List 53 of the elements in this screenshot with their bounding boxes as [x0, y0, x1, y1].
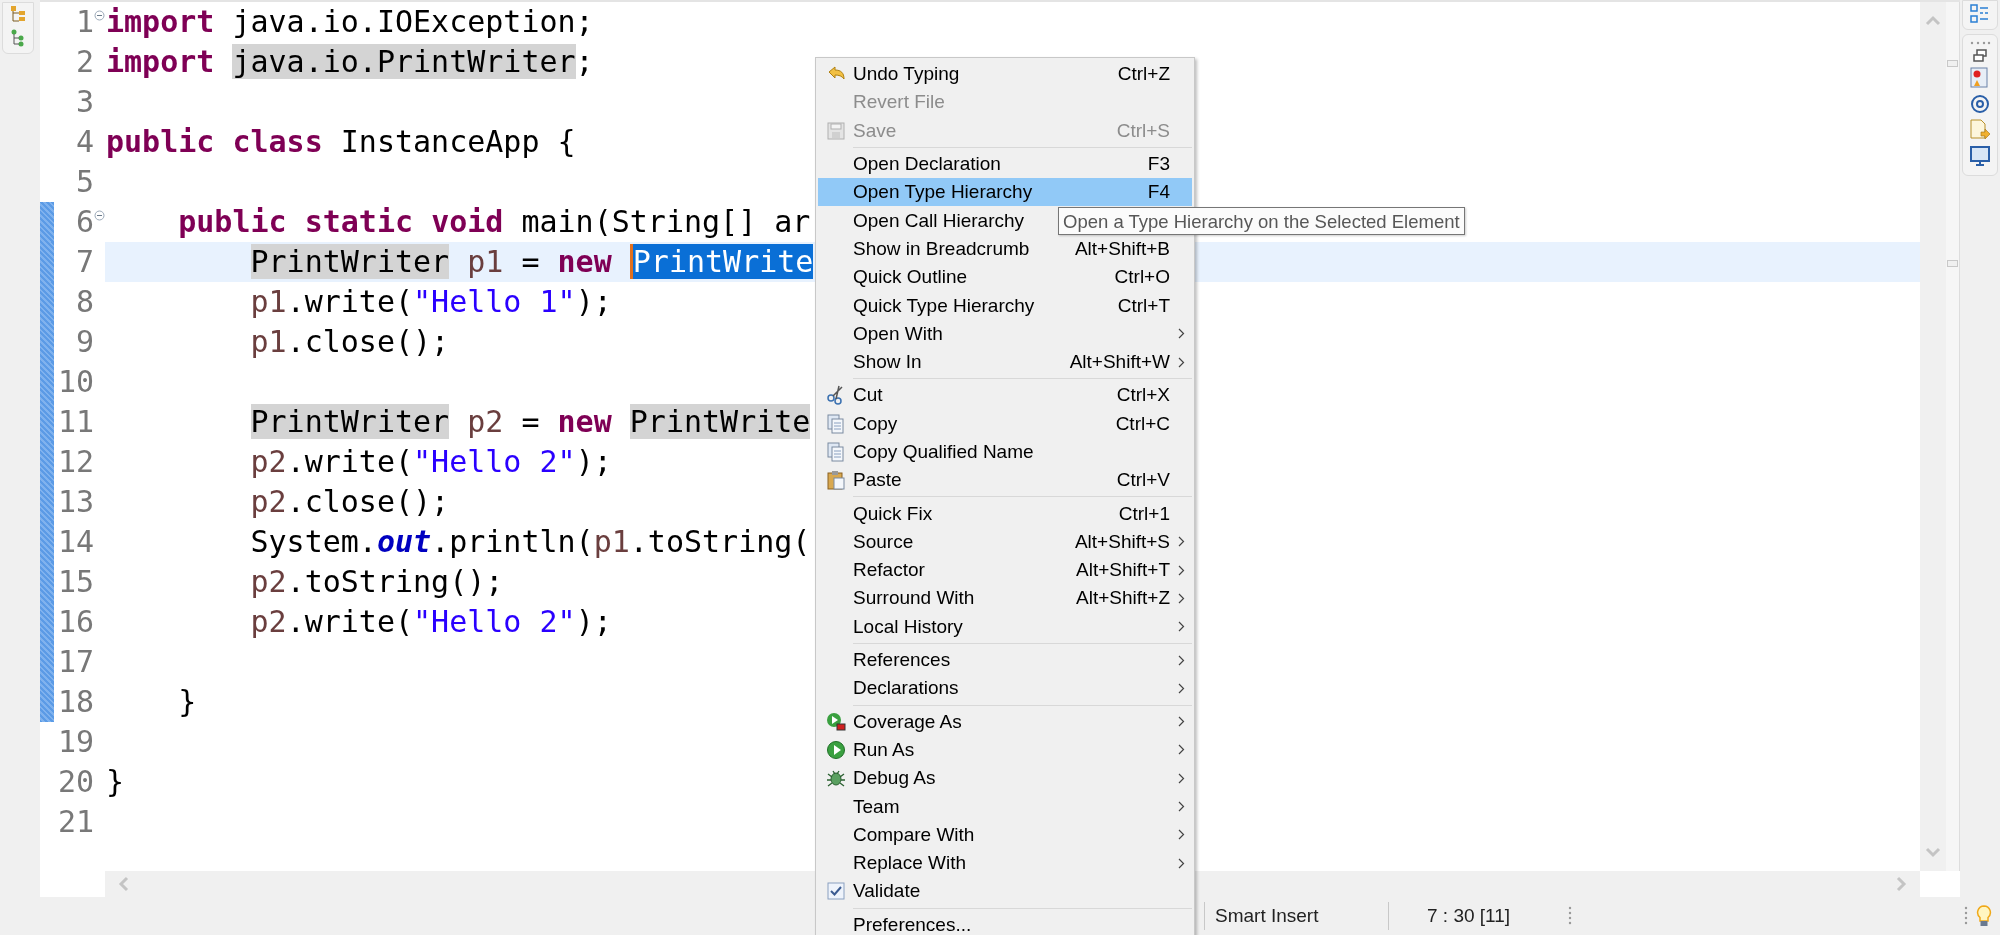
line-number: 20 — [56, 763, 94, 801]
line-number: 11 — [56, 403, 94, 441]
code-line: public static void main(String[] ar — [177, 204, 811, 239]
code-line: p2.toString(); — [249, 564, 504, 599]
line-number: 9 — [74, 323, 94, 361]
shortcut-text: Alt+Shift+Z — [1076, 587, 1170, 609]
code-line: p2.write("Hello 2"); — [249, 604, 612, 639]
cursor-position: 7 : 30 [11] — [1388, 902, 1568, 930]
line-number: 2 — [74, 43, 94, 81]
shortcut-text: Ctrl+C — [1115, 412, 1170, 434]
line-number: 6 — [74, 203, 94, 241]
shortcut-text: Ctrl+V — [1116, 469, 1170, 491]
code-line: p1.close(); — [249, 324, 450, 359]
code-line: } — [177, 684, 197, 719]
code-line: p2.write("Hello 2"); — [249, 444, 612, 479]
shortcut-text: Alt+Shift+B — [1074, 237, 1170, 259]
shortcut-text: Ctrl+T — [1117, 294, 1170, 316]
shortcut-text: Ctrl+1 — [1118, 502, 1170, 524]
shortcut-text: Alt+Shift+S — [1074, 530, 1170, 552]
line-number: 15 — [56, 563, 94, 601]
code-line: import java.io.IOException; — [106, 4, 594, 39]
line-number: 12 — [56, 443, 94, 481]
line-number: 17 — [56, 643, 94, 681]
shortcut-text: Ctrl+S — [1116, 119, 1170, 141]
code-line: } — [106, 764, 125, 799]
shortcut-text: F4 — [1147, 181, 1170, 203]
line-number: 4 — [74, 123, 94, 161]
line-number: 3 — [74, 83, 94, 121]
shortcut-text: Ctrl+O — [1114, 266, 1170, 288]
line-number: 10 — [56, 363, 94, 401]
line-number: 14 — [56, 523, 94, 561]
line-number: 7 — [74, 243, 94, 281]
code-line: p1.write("Hello 1"); — [249, 284, 612, 319]
shortcut-text: F3 — [1147, 153, 1170, 175]
line-number: 5 — [74, 163, 94, 201]
shortcut-text: Alt+Shift+W — [1069, 351, 1170, 373]
line-number: 1 — [74, 3, 94, 41]
code-line: public class InstanceApp { — [106, 124, 576, 159]
code-line: System.out.println(p1.toString( — [249, 524, 811, 559]
shortcut-text: Alt+Shift+T — [1076, 559, 1170, 581]
line-number: 19 — [56, 723, 94, 761]
line-number: 18 — [56, 683, 94, 721]
code-line: PrintWriter p2 = new PrintWrite — [249, 404, 811, 439]
shortcut-text: Ctrl+Z — [1117, 63, 1170, 85]
shortcut-text: Ctrl+X — [1116, 384, 1170, 406]
code-line: PrintWriter p1 = new PrintWrite — [249, 244, 814, 279]
line-number: 13 — [56, 483, 94, 521]
tooltip: Open a Type Hierarchy on the Selected Element — [1058, 207, 1465, 235]
line-number: 16 — [56, 603, 94, 641]
line-number: 8 — [74, 283, 94, 321]
insert-mode: Smart Insert — [1204, 902, 1388, 930]
line-number: 21 — [56, 803, 94, 841]
code-line: p2.close(); — [249, 484, 450, 519]
